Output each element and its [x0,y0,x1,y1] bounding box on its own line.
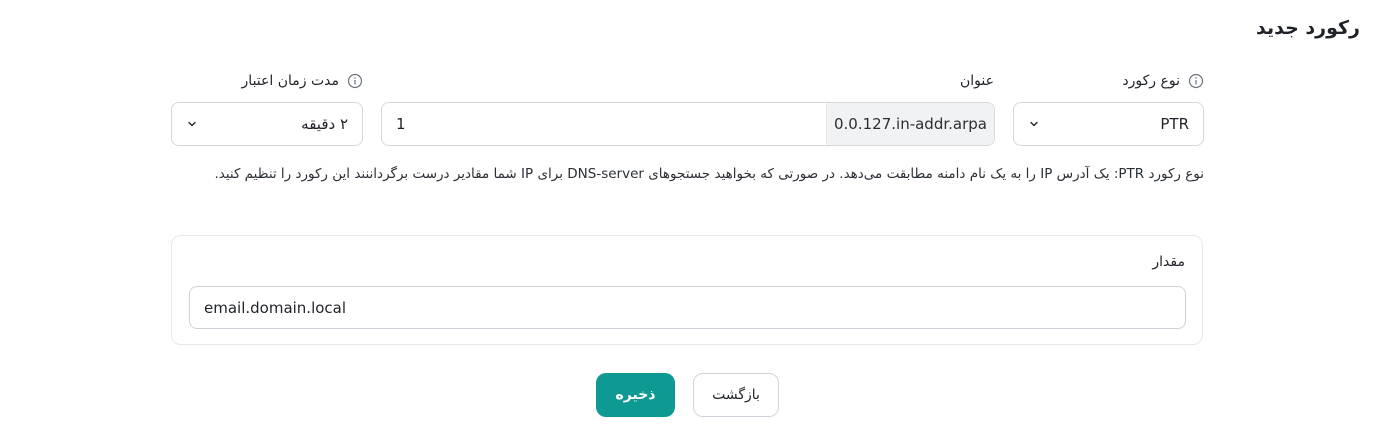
info-icon[interactable] [1188,73,1204,89]
ttl-label-row: مدت زمان اعتبار [242,70,363,92]
record-type-select[interactable]: PTR [1013,102,1204,146]
title-input[interactable] [382,103,826,145]
page-title: رکورد جدید [1256,17,1360,39]
back-button[interactable]: بازگشت [693,373,779,417]
chevron-down-icon [1028,118,1040,130]
ttl-select[interactable]: ۲ دقیقه [171,102,363,146]
value-card: مقدار [171,235,1203,345]
record-type-help-text: نوع رکورد PTR: یک آدرس IP را به یک نام د… [214,166,1204,182]
save-button[interactable]: ذخیره [596,373,675,417]
ttl-label: مدت زمان اعتبار [241,73,339,89]
title-label: عنوان [960,73,994,89]
value-label: مقدار [1152,254,1185,270]
record-type-label: نوع رکورد [1122,73,1180,89]
ttl-value: ۲ دقیقه [301,115,348,133]
record-type-value: PTR [1160,115,1189,133]
value-input[interactable] [189,286,1186,329]
title-label-row: عنوان [960,70,994,92]
title-field: 0.0.127.in-addr.arpa [381,102,995,146]
chevron-down-icon [186,118,198,130]
record-type-label-row: نوع رکورد [1122,70,1204,92]
info-icon[interactable] [347,73,363,89]
domain-suffix: 0.0.127.in-addr.arpa [826,103,994,145]
